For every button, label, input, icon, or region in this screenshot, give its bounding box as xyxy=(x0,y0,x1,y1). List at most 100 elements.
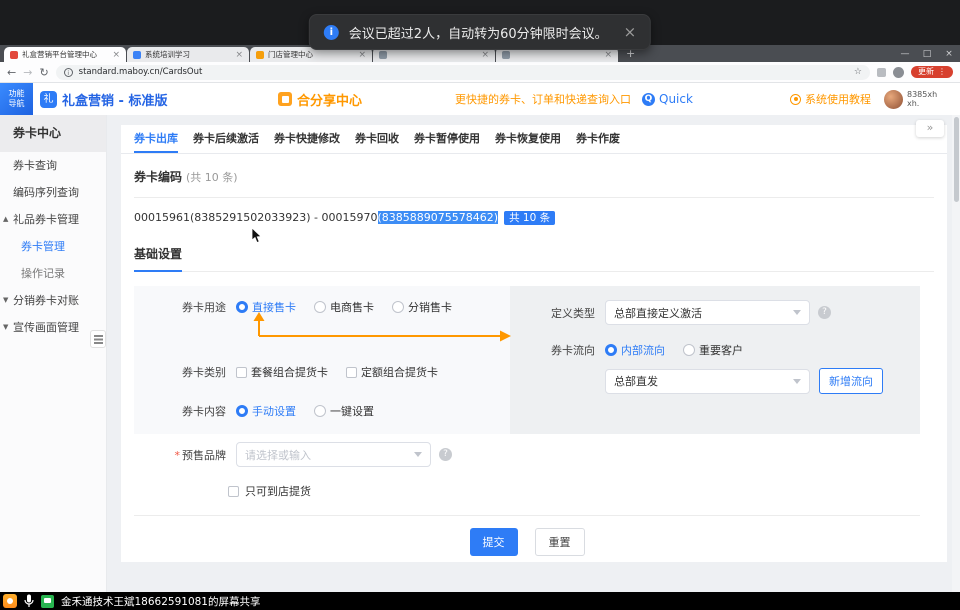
bookmark-star-icon[interactable]: ☆ xyxy=(854,67,862,77)
menu-dots-icon[interactable]: ⋮ xyxy=(938,68,946,76)
sidebar-group-label: 礼品券卡管理 xyxy=(13,213,79,226)
hamburger-icon xyxy=(94,335,103,337)
browser-tab[interactable]: 礼盒营销平台管理中心 × xyxy=(4,47,126,62)
help-icon[interactable]: ? xyxy=(439,448,452,461)
radio-important-customer[interactable]: 重要客户 xyxy=(683,342,743,358)
browser-profile-avatar[interactable] xyxy=(893,67,904,78)
help-icon[interactable]: ? xyxy=(818,306,831,319)
tab-card-resume[interactable]: 券卡恢复使用 xyxy=(495,125,561,153)
tab-close-icon[interactable]: × xyxy=(604,50,612,60)
browser-update-button[interactable]: 更新 ⋮ xyxy=(911,66,953,78)
tab-card-pause[interactable]: 券卡暂停使用 xyxy=(414,125,480,153)
toast-close-icon[interactable]: × xyxy=(624,23,637,41)
flow-select[interactable]: 总部直发 xyxy=(605,369,810,394)
url-input[interactable]: i standard.maboy.cn/CardsOut ☆ xyxy=(56,65,870,80)
screen-share-bar: 金禾通技术王斌18662591081的屏幕共享 xyxy=(0,592,960,610)
site-info-icon[interactable]: i xyxy=(64,68,73,77)
tab-favicon-icon xyxy=(256,51,264,59)
app-brand: 礼 礼盒营销 - 标准版 xyxy=(40,83,167,115)
user-name: 8385xh xh. xyxy=(907,90,937,109)
code-selection: (8385889075578462) xyxy=(378,211,499,224)
radio-icon xyxy=(314,405,326,417)
tab-card-void[interactable]: 券卡作废 xyxy=(576,125,620,153)
category-label: 券卡类别 xyxy=(134,364,226,380)
chevron-down-icon: ▼ xyxy=(3,314,8,341)
screen: i 会议已超过2人，自动转为60分钟限时会议。 × 礼盒营销平台管理中心 × 系… xyxy=(0,0,960,610)
submit-button[interactable]: 提交 xyxy=(470,528,518,556)
main-content: » 券卡出库 券卡后续激活 券卡快捷修改 券卡回收 券卡暂停使用 券卡恢复使用 … xyxy=(107,115,960,592)
collapse-panel-button[interactable]: » xyxy=(916,120,944,137)
user-avatar[interactable] xyxy=(884,90,903,109)
sidebar-collapse-handle[interactable] xyxy=(90,330,106,348)
tab-favicon-icon xyxy=(133,51,141,59)
tab-close-icon[interactable]: × xyxy=(358,50,366,60)
presale-brand-select[interactable]: 请选择或输入 xyxy=(236,442,431,467)
sidebar-item-card-query[interactable]: 券卡查询 xyxy=(0,152,106,179)
tutorial-icon xyxy=(790,94,801,105)
back-button[interactable]: ← xyxy=(7,67,16,78)
content-card: 券卡出库 券卡后续激活 券卡快捷修改 券卡回收 券卡暂停使用 券卡恢复使用 券卡… xyxy=(121,125,947,562)
basic-settings-title: 基础设置 xyxy=(134,245,182,272)
user-menu[interactable]: 8385xh xh. xyxy=(884,83,937,115)
sidebar-group-label: 宣传画面管理 xyxy=(13,321,79,334)
add-flow-button[interactable]: 新增流向 xyxy=(819,368,883,394)
tab-card-quick-edit[interactable]: 券卡快捷修改 xyxy=(274,125,340,153)
select-placeholder: 请选择或输入 xyxy=(245,447,311,463)
tab-close-icon[interactable]: × xyxy=(235,50,243,60)
sidebar-group-gift-card-management[interactable]: ▲ 礼品券卡管理 xyxy=(0,206,106,233)
sidebar-group-distribution-reconciliation[interactable]: ▼ 分销券卡对账 xyxy=(0,287,106,314)
flow-label: 券卡流向 xyxy=(510,342,595,358)
url-text: standard.maboy.cn/CardsOut xyxy=(79,67,203,77)
required-mark: * xyxy=(175,449,181,462)
reset-button[interactable]: 重置 xyxy=(535,528,585,556)
scrollbar-thumb[interactable] xyxy=(954,117,959,202)
sidebar-title: 券卡中心 xyxy=(0,115,106,152)
mic-icon[interactable] xyxy=(24,594,34,608)
submit-bar: 提交 重置 xyxy=(134,515,920,556)
define-type-select[interactable]: 总部直接定义激活 xyxy=(605,300,810,325)
tab-close-icon[interactable]: × xyxy=(112,50,120,60)
sidebar-item-code-sequence-query[interactable]: 编码序列查询 xyxy=(0,179,106,206)
sidebar-group-label: 分销券卡对账 xyxy=(13,294,79,307)
info-icon: i xyxy=(324,25,339,40)
option-label: 一键设置 xyxy=(330,403,374,419)
tab-card-recycle[interactable]: 券卡回收 xyxy=(355,125,399,153)
radio-one-click-setup[interactable]: 一键设置 xyxy=(314,403,374,419)
extensions-icon[interactable] xyxy=(877,68,886,77)
share-center-label: 合分享中心 xyxy=(297,90,362,109)
nav-toggle-button[interactable]: 功能 导航 xyxy=(0,83,33,115)
basic-settings-form: 券卡用途 直接售卡 电商售卡 xyxy=(134,286,920,556)
close-window-button[interactable]: × xyxy=(938,49,960,59)
share-center-link[interactable]: 合分享中心 xyxy=(278,83,362,115)
scrollbar[interactable] xyxy=(952,115,960,592)
checkbox-package-combo-card[interactable]: 套餐组合提货卡 xyxy=(236,364,328,380)
radio-icon xyxy=(236,405,248,417)
minimize-button[interactable]: — xyxy=(894,49,916,59)
tab-card-outbound[interactable]: 券卡出库 xyxy=(134,125,178,153)
forward-button[interactable]: → xyxy=(23,67,32,78)
share-center-icon xyxy=(278,92,292,106)
quick-link[interactable]: Q Quick xyxy=(642,83,693,115)
quick-label: Quick xyxy=(659,92,693,106)
checkbox-store-pickup-only[interactable] xyxy=(228,486,239,497)
checkbox-icon xyxy=(346,367,357,378)
radio-internal-flow[interactable]: 内部流向 xyxy=(605,342,665,358)
section-title-basic-settings: 基础设置 xyxy=(134,243,934,272)
tab-close-icon[interactable]: × xyxy=(481,50,489,60)
meeting-app-icon[interactable] xyxy=(3,594,17,608)
sidebar-item-card-management[interactable]: 券卡管理 xyxy=(0,233,106,260)
sidebar-item-operation-log[interactable]: 操作记录 xyxy=(0,260,106,287)
reload-button[interactable]: ↻ xyxy=(39,67,48,78)
radio-manual-setup[interactable]: 手动设置 xyxy=(236,403,296,419)
browser-tab[interactable]: 系统培训学习 × xyxy=(127,47,249,62)
store-pickup-row: 只可到店提货 xyxy=(228,483,920,499)
nav-toggle-line1: 功能 xyxy=(0,89,33,99)
option-label: 重要客户 xyxy=(699,342,743,358)
tutorial-link[interactable]: 系统使用教程 xyxy=(790,83,871,115)
tab-card-activation[interactable]: 券卡后续激活 xyxy=(193,125,259,153)
checkbox-fixed-amount-combo-card[interactable]: 定额组合提货卡 xyxy=(346,364,438,380)
main-tab-bar: 券卡出库 券卡后续激活 券卡快捷修改 券卡回收 券卡暂停使用 券卡恢复使用 券卡… xyxy=(121,125,947,154)
window-controls: — □ × xyxy=(894,45,960,62)
presale-brand-label: *预售品牌 xyxy=(134,447,226,463)
maximize-button[interactable]: □ xyxy=(916,49,938,59)
